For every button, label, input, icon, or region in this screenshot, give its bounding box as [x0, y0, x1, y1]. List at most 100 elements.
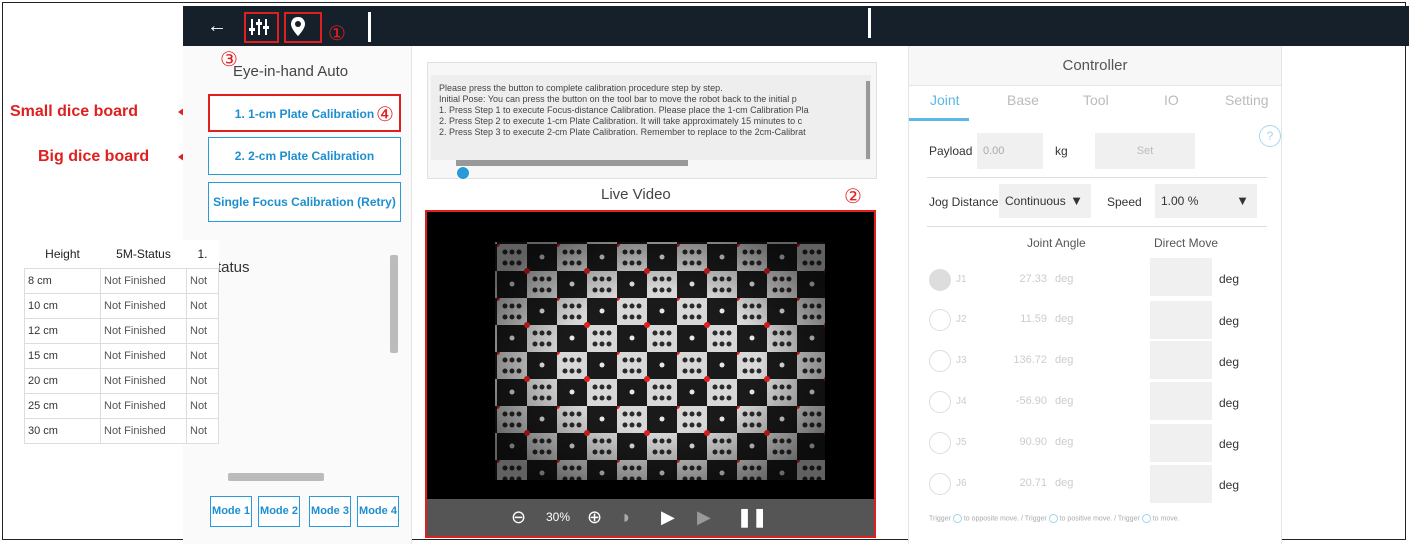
column-header: 1. — [186, 240, 219, 269]
joint-name: J4 — [956, 396, 967, 407]
joint-name: J6 — [956, 478, 967, 489]
joint-angle-value: 20.71 — [1019, 477, 1047, 489]
table-cell: Not — [186, 393, 219, 419]
jog-distance-label: Jog Distance — [929, 195, 999, 209]
mode-4-button[interactable]: Mode 4 — [357, 496, 399, 527]
active-tab-indicator — [909, 118, 969, 121]
tab-io[interactable]: IO — [1164, 92, 1179, 108]
direct-move-input-j1[interactable] — [1150, 258, 1212, 296]
joint-radio-j6[interactable] — [929, 473, 951, 495]
table-cell: 8 cm — [24, 268, 101, 294]
zoom-in-icon[interactable]: ⊕ — [587, 499, 602, 536]
direct-move-input-j3[interactable] — [1150, 341, 1212, 379]
table-cell: Not Finished — [100, 393, 187, 419]
zoom-out-icon[interactable]: ⊖ — [511, 499, 526, 536]
step-forward-icon[interactable]: ▶ — [697, 499, 711, 536]
instruction-line: Initial Pose: You can press the button o… — [439, 94, 797, 104]
instructions-text: Please press the button to complete cali… — [431, 75, 871, 160]
joint-name: J2 — [956, 314, 967, 325]
joint-radio-j4[interactable] — [929, 391, 951, 413]
pause-icon[interactable]: ❚❚ — [737, 499, 767, 536]
table-row: 10 cm Not Finished Not — [24, 293, 219, 319]
annotation-number-1: ① — [328, 21, 346, 45]
video-control-bar: ⊖ 30% ⊕ ◑ ▶ ▶ ❚❚ — [427, 499, 874, 536]
table-cell: 20 cm — [24, 368, 101, 394]
tab-base[interactable]: Base — [1007, 92, 1039, 108]
hint-text: to move. — [1152, 515, 1180, 523]
toolbar-divider — [368, 12, 371, 42]
instructions-horizontal-scrollbar[interactable] — [456, 160, 688, 166]
set-payload-button[interactable]: Set — [1095, 133, 1195, 169]
joint-angle-unit: deg — [1055, 436, 1074, 448]
hint-text: / Trigger — [1021, 515, 1047, 523]
table-cell: Not — [186, 268, 219, 294]
trigger-hint: Trigger to opposite move. / Trigger to p… — [929, 514, 1180, 523]
direct-move-input-j2[interactable] — [1150, 301, 1212, 339]
highlight-box-adjust — [244, 12, 279, 43]
table-header-row: Height 5M-Status 1. — [24, 240, 219, 269]
direct-move-unit: deg — [1219, 314, 1240, 328]
payload-unit: kg — [1055, 144, 1068, 158]
joint-angle-unit: deg — [1055, 477, 1074, 489]
speed-value: 1.00 % — [1161, 194, 1199, 208]
table-row: 30 cm Not Finished Not — [24, 418, 219, 444]
instruction-line: 2. Press Step 2 to execute 1-cm Plate Ca… — [439, 116, 803, 126]
tab-tool[interactable]: Tool — [1083, 92, 1109, 108]
speed-label: Speed — [1107, 195, 1142, 209]
joint-name: J5 — [956, 437, 967, 448]
toolbar-divider — [868, 8, 871, 38]
mode-1-button[interactable]: Mode 1 — [210, 496, 252, 527]
checkerboard-camera-feed — [495, 242, 825, 480]
instruction-line: Please press the button to complete cali… — [439, 83, 723, 93]
joint-radio-j5[interactable] — [929, 432, 951, 454]
jog-distance-select[interactable]: Continuous ▼ — [999, 184, 1091, 218]
mode-2-button[interactable]: Mode 2 — [258, 496, 300, 527]
hint-text: / Trigger — [1114, 515, 1140, 523]
plate-2cm-calibration-button[interactable]: 2. 2-cm Plate Calibration — [208, 137, 401, 175]
tab-setting[interactable]: Setting — [1225, 92, 1269, 108]
direct-move-unit: deg — [1219, 437, 1240, 451]
back-arrow-icon[interactable]: ← — [207, 6, 227, 46]
table-row: 25 cm Not Finished Not — [24, 393, 219, 419]
instructions-vertical-scrollbar[interactable] — [866, 81, 870, 159]
instruction-line: 2. Press Step 3 to execute 2-cm Plate Ca… — [439, 127, 806, 137]
contrast-icon[interactable]: ◑ — [619, 499, 630, 536]
joint-radio-j3[interactable] — [929, 350, 951, 372]
tab-joint[interactable]: Joint — [930, 92, 960, 108]
joint-angle-value: 90.90 — [1019, 436, 1047, 448]
joint-radio-j1[interactable] — [929, 269, 951, 291]
speed-select[interactable]: 1.00 % ▼ — [1155, 184, 1257, 218]
table-row: 20 cm Not Finished Not — [24, 368, 219, 394]
hint-text: Trigger — [929, 515, 951, 523]
single-focus-calibration-button[interactable]: Single Focus Calibration (Retry) — [208, 182, 401, 222]
plate-1cm-calibration-button[interactable]: 1. 1-cm Plate Calibration — [208, 94, 401, 132]
scroll-knob[interactable] — [456, 166, 470, 180]
direct-move-header: Direct Move — [1154, 236, 1219, 250]
direct-move-unit: deg — [1219, 355, 1240, 369]
column-header: 5M-Status — [100, 240, 187, 269]
table-cell: Not Finished — [100, 293, 187, 319]
divider — [927, 177, 1267, 178]
highlight-box-pin — [284, 12, 322, 43]
table-vertical-scrollbar[interactable] — [390, 255, 398, 353]
table-horizontal-scrollbar[interactable] — [228, 473, 324, 481]
annotation-big-dice-board: Big dice board — [38, 148, 150, 165]
table-cell: Not — [186, 293, 219, 319]
table-cell: 15 cm — [24, 343, 101, 369]
joint-angle-unit: deg — [1055, 313, 1074, 325]
mode-3-button[interactable]: Mode 3 — [309, 496, 351, 527]
play-icon[interactable]: ▶ — [661, 499, 675, 536]
direct-move-input-j5[interactable] — [1150, 424, 1212, 462]
annotation-number-2: ② — [844, 184, 862, 208]
table-cell: 25 cm — [24, 393, 101, 419]
payload-input[interactable]: 0.00 — [977, 133, 1043, 169]
joint-radio-j2[interactable] — [929, 309, 951, 331]
direct-move-input-j6[interactable] — [1150, 465, 1212, 503]
direct-move-unit: deg — [1219, 396, 1240, 410]
table-cell: Not — [186, 418, 219, 444]
help-icon[interactable]: ? — [1259, 125, 1281, 147]
direct-move-input-j4[interactable] — [1150, 382, 1212, 420]
joint-angle-value: -56.90 — [1015, 395, 1047, 407]
hint-text: to positive move. — [1059, 515, 1113, 523]
plus-trigger-icon — [1048, 514, 1058, 523]
